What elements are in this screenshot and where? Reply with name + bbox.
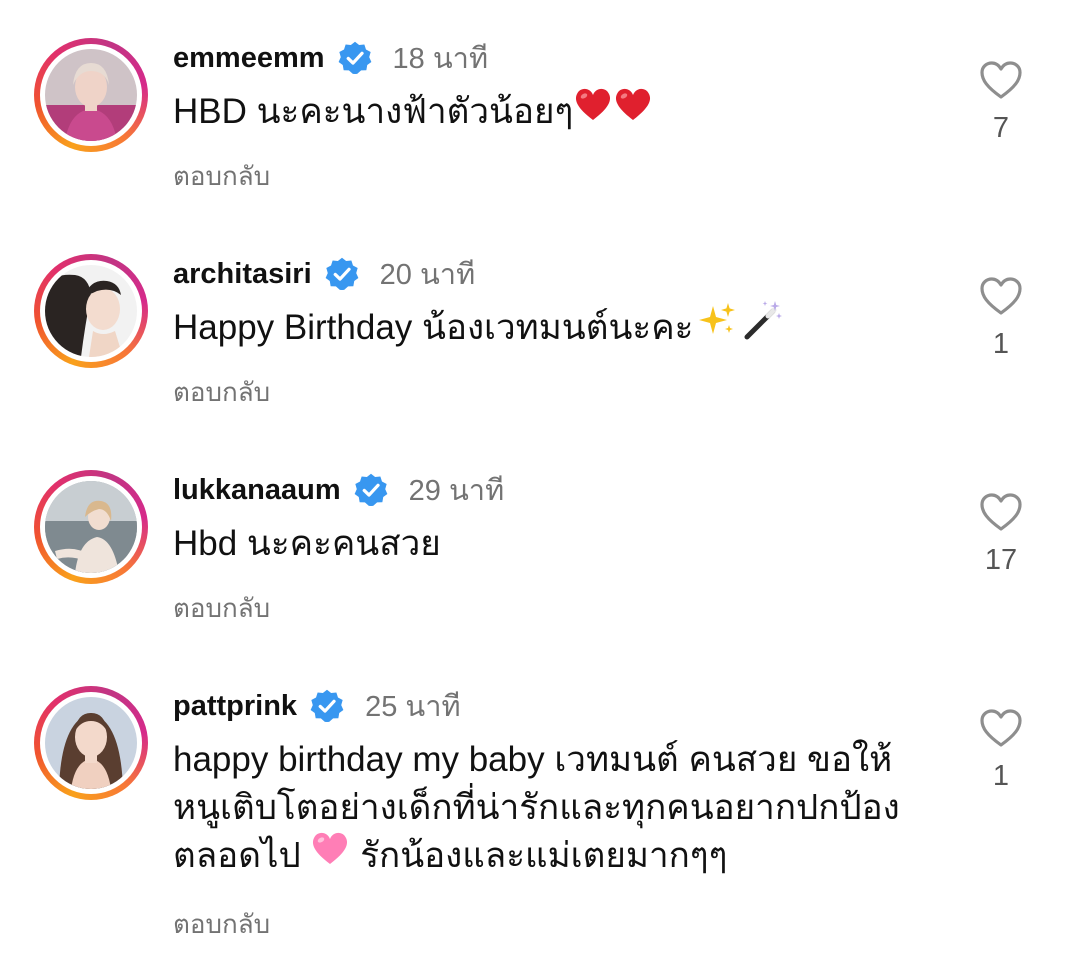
avatar[interactable] [34, 686, 148, 800]
avatar[interactable] [34, 38, 148, 152]
comment-text: Happy Birthday น้องเวทมนต์นะคะ [173, 301, 933, 354]
avatar-photo [45, 265, 137, 357]
reply-button[interactable]: ตอบกลับ [173, 372, 270, 413]
comment-text-line: happy birthday my baby เวทมนต์ คนสวย ขอใ… [173, 740, 893, 779]
red-heart-emoji [573, 86, 613, 135]
heart-outline-icon[interactable] [979, 708, 1023, 748]
verified-badge-icon [309, 688, 345, 724]
like-count: 17 [984, 544, 1018, 576]
comment-text: happy birthday my baby เวทมนต์ คนสวย ขอใ… [173, 736, 933, 880]
heart-outline-icon[interactable] [979, 60, 1023, 100]
comment-header: pattprink 25 นาที [173, 686, 461, 726]
comment-text-line: หนูเติบโตอย่างเด็กที่น่ารักและทุกคนอยากป… [173, 788, 900, 827]
red-heart-emoji [613, 86, 653, 135]
comment-text-line: ตลอดไป รักน้องและแม่เตยมากๆๆ [173, 832, 933, 880]
reply-button[interactable]: ตอบกลับ [173, 588, 270, 629]
verified-badge-icon [324, 256, 360, 292]
reply-button[interactable]: ตอบกลับ [173, 904, 270, 945]
comment-time: 20 นาที [379, 259, 476, 291]
username[interactable]: pattprink [173, 690, 297, 723]
heart-outline-icon[interactable] [979, 492, 1023, 532]
comment-header: lukkanaaum 29 นาที [173, 470, 504, 510]
comment-text: Hbd นะคะคนสวย [173, 524, 441, 563]
avatar[interactable] [34, 254, 148, 368]
heart-outline-icon[interactable] [979, 276, 1023, 316]
comment-time: 18 นาที [392, 43, 489, 75]
avatar-photo [45, 481, 137, 573]
username[interactable]: emmeemm [173, 42, 325, 75]
verified-badge-icon [337, 40, 373, 76]
sparkles-emoji [697, 300, 737, 353]
username[interactable]: architasiri [173, 258, 312, 291]
reply-button[interactable]: ตอบกลับ [173, 156, 270, 197]
avatar-photo [45, 49, 137, 141]
comment-header: emmeemm 18 นาที [173, 38, 488, 78]
comment-time: 29 นาที [408, 475, 505, 507]
like-count: 7 [992, 112, 1010, 144]
magic-wand-emoji [741, 299, 783, 354]
like-count: 1 [992, 760, 1010, 792]
avatar[interactable] [34, 470, 148, 584]
avatar-photo [45, 697, 137, 789]
username[interactable]: lukkanaaum [173, 474, 341, 507]
comment-text: HBD นะคะนางฟ้าตัวน้อยๆ [173, 88, 933, 136]
like-count: 1 [992, 328, 1010, 360]
verified-badge-icon [353, 472, 389, 508]
comment-time: 25 นาที [365, 691, 461, 723]
comment-header: architasiri 20 นาที [173, 254, 475, 294]
pink-heart-emoji [310, 830, 350, 879]
